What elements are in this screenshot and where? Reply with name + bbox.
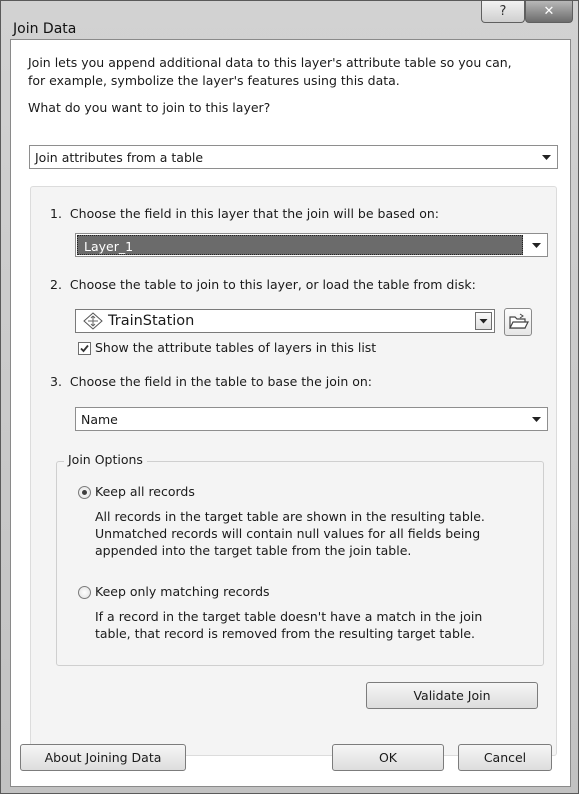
chevron-down-icon — [542, 155, 551, 160]
join-options-legend: Join Options — [64, 452, 147, 467]
radio-selected-dot — [82, 490, 87, 495]
keep-all-records-description: All records in the target table are show… — [95, 508, 485, 559]
keep-matching-records-label: Keep only matching records — [95, 584, 270, 599]
step-2-text: Choose the table to join to this layer, … — [69, 277, 476, 292]
checkmark-icon — [80, 344, 89, 353]
join-question-label: What do you want to join to this layer? — [28, 100, 271, 115]
keep-all-desc-line-2: Unmatched records will contain null valu… — [95, 526, 481, 541]
step-3-label: 3. Choose the field in the table to base… — [50, 374, 372, 389]
keep-all-records-label: Keep all records — [95, 484, 195, 499]
keep-matching-records-description: If a record in the target table doesn't … — [95, 608, 482, 642]
keep-matching-records-radio[interactable] — [78, 586, 91, 599]
keep-matching-desc-line-2: table, that record is removed from the r… — [95, 626, 476, 641]
browse-table-button[interactable] — [504, 308, 532, 336]
step-3-number: 3. — [50, 374, 62, 389]
step-3-text: Choose the field in the table to base th… — [69, 374, 373, 389]
intro-text: Join lets you append additional data to … — [28, 54, 558, 90]
validate-join-button[interactable]: Validate Join — [366, 682, 538, 709]
join-table-value: TrainStation — [108, 313, 195, 329]
window-title: Join Data — [13, 21, 77, 37]
join-table-field-dropdown[interactable]: Name — [75, 407, 548, 431]
keep-all-desc-line-3: appended into the target table from the … — [95, 543, 412, 558]
keep-all-records-radio[interactable] — [78, 486, 91, 499]
join-table-dropdown-button[interactable] — [475, 312, 492, 330]
show-attribute-tables-label: Show the attribute tables of layers in t… — [95, 340, 377, 355]
step-2-label: 2. Choose the table to join to this laye… — [50, 277, 476, 292]
help-button[interactable]: ? — [481, 1, 525, 23]
join-type-dropdown[interactable]: Join attributes from a table — [29, 145, 558, 169]
chevron-down-icon — [479, 319, 488, 324]
dialog-content: Join lets you append additional data to … — [10, 39, 571, 787]
layer-field-dropdown[interactable]: Layer_1 — [75, 233, 548, 257]
close-button[interactable]: ✕ — [525, 1, 573, 23]
keep-all-desc-line-1: All records in the target table are show… — [95, 509, 485, 524]
join-type-value: Join attributes from a table — [35, 150, 204, 165]
cancel-button[interactable]: Cancel — [458, 744, 552, 771]
join-table-dropdown[interactable]: TrainStation — [75, 309, 495, 333]
about-joining-data-button[interactable]: About Joining Data — [20, 744, 186, 771]
close-icon: ✕ — [543, 4, 555, 19]
show-attribute-tables-checkbox[interactable] — [78, 342, 91, 355]
keep-matching-desc-line-1: If a record in the target table doesn't … — [95, 609, 483, 624]
layer-field-value: Layer_1 — [84, 239, 134, 254]
intro-line-2: for example, symbolize the layer's featu… — [28, 73, 400, 88]
intro-line-1: Join lets you append additional data to … — [28, 55, 512, 70]
step-2-number: 2. — [50, 277, 62, 292]
join-data-dialog: Join Data ? ✕ Join lets you append addit… — [0, 0, 579, 794]
ok-button[interactable]: OK — [332, 744, 444, 771]
step-1-label: 1. Choose the field in this layer that t… — [50, 206, 439, 221]
folder-open-icon — [509, 313, 529, 329]
join-table-field-value: Name — [81, 412, 118, 427]
chevron-down-icon — [532, 417, 541, 422]
layer-icon — [83, 312, 103, 330]
help-icon: ? — [499, 4, 507, 19]
chevron-down-icon — [532, 243, 541, 248]
layer-field-selection: Layer_1 — [77, 235, 523, 255]
step-1-text: Choose the field in this layer that the … — [69, 206, 439, 221]
title-bar: Join Data ? ✕ — [1, 1, 578, 39]
step-1-number: 1. — [50, 206, 62, 221]
